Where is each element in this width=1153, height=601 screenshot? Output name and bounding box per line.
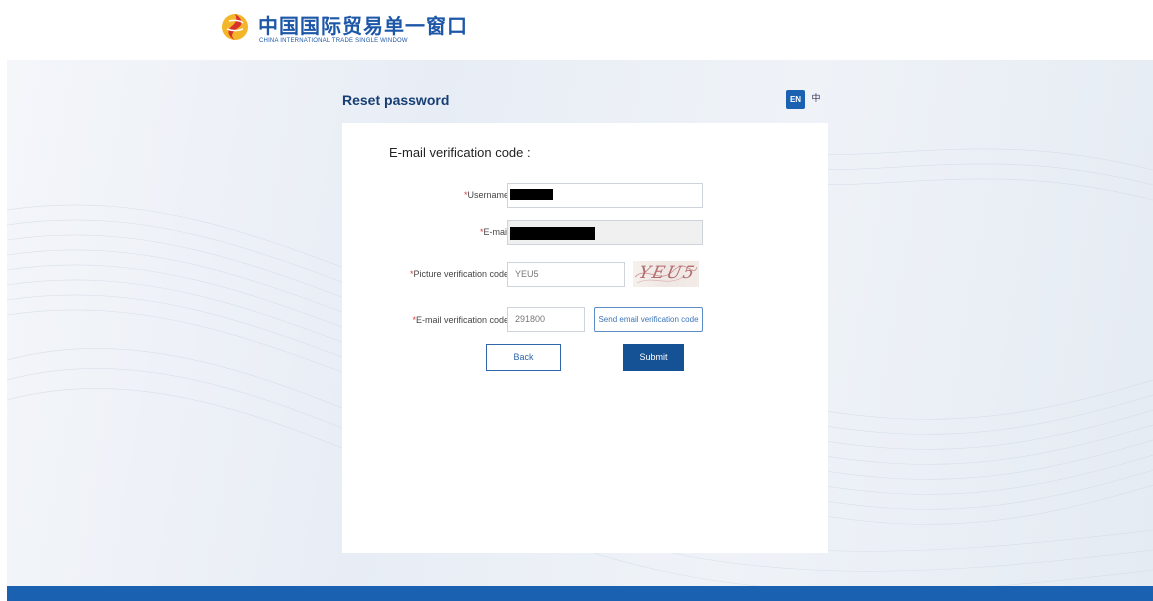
page-title: Reset password (342, 92, 450, 108)
captcha-image[interactable]: YEU5 (633, 261, 699, 287)
logo-title-cn: 中国国际贸易单一窗口 (258, 14, 468, 38)
picture-code-label: *Picture verification code : (409, 269, 514, 279)
send-email-code-button[interactable]: Send email verification code (594, 307, 703, 332)
footer-bar (7, 586, 1153, 601)
email-code-input[interactable]: 291800 (507, 307, 585, 332)
submit-button[interactable]: Submit (623, 344, 684, 371)
reset-password-card: E-mail verification code : *Username : *… (342, 123, 828, 553)
picture-code-input[interactable]: YEU5 (507, 262, 625, 287)
email-code-label: *E-mail verification code : (412, 315, 514, 325)
logo-title-en: CHINA INTERNATIONAL TRADE SINGLE WINDOW (259, 38, 408, 44)
redacted-username (510, 189, 553, 200)
language-cn-button[interactable]: 中 (808, 90, 824, 109)
title-bar: Reset password EN 中 (342, 85, 828, 118)
redacted-email (510, 227, 595, 240)
back-button[interactable]: Back (486, 344, 561, 371)
section-title: E-mail verification code : (389, 145, 531, 160)
site-header: 中国国际贸易单一窗口 CHINA INTERNATIONAL TRADE SIN… (0, 0, 1153, 60)
captcha-text: YEU5 (636, 263, 698, 283)
trade-window-emblem-icon (222, 14, 248, 40)
language-en-button[interactable]: EN (786, 90, 805, 109)
